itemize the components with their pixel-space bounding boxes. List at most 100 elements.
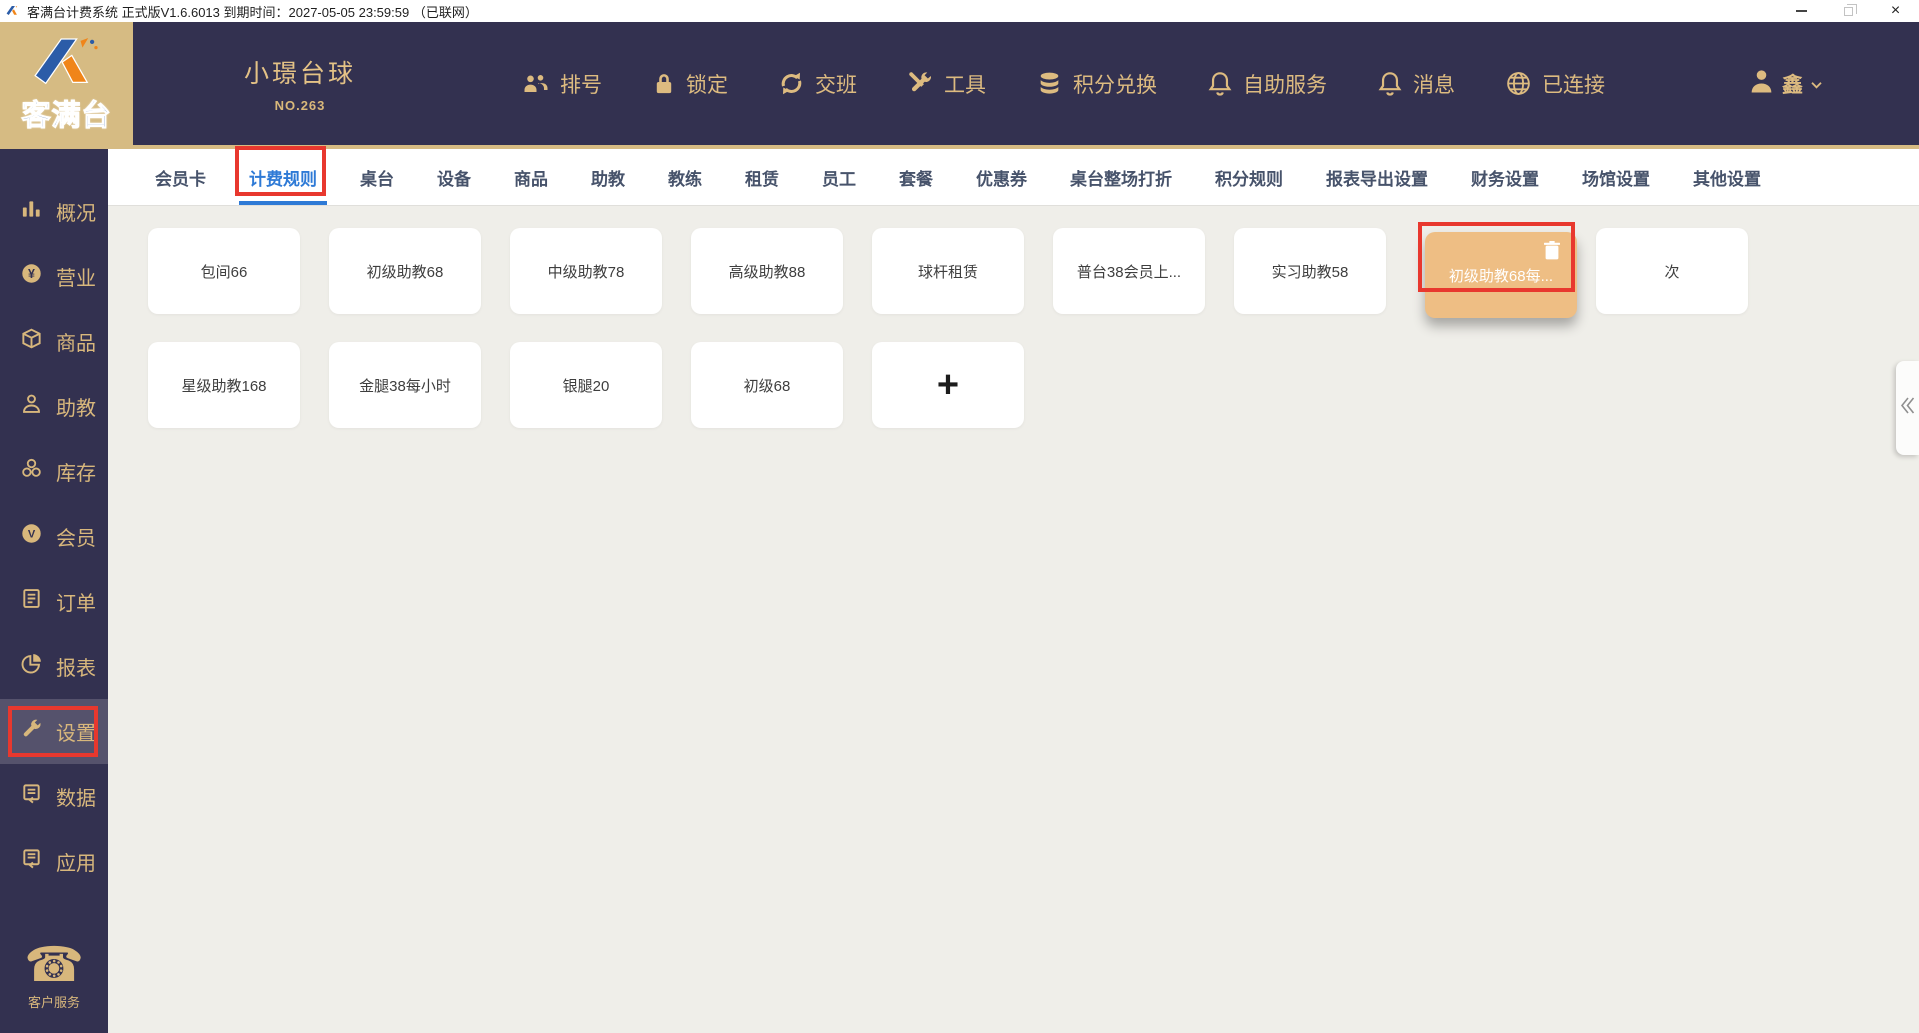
tab-member-card[interactable]: 会员卡 (155, 149, 206, 205)
shift-change-icon (778, 70, 805, 97)
phone-icon: ☎ (24, 937, 84, 993)
header-nav: 排号 锁定 交班 工具 积分兑换 自助服务 消息 已连接 (522, 22, 1605, 145)
double-chevron-left-icon (1900, 396, 1916, 420)
billing-rule-card[interactable]: 银腿20 (510, 342, 662, 428)
lock-button[interactable]: 锁定 (652, 69, 728, 99)
tab-billing-rules[interactable]: 计费规则 (235, 146, 327, 205)
billing-rule-card-highlighted[interactable]: 初级助教68每... (1418, 222, 1577, 318)
billing-rule-card[interactable]: 实习助教58 (1234, 228, 1386, 314)
billing-rule-card[interactable]: 初级助教68 (329, 228, 481, 314)
v-badge-icon: V (20, 522, 43, 551)
billing-rules-panel: 包间66 初级助教68 中级助教78 高级助教88 球杆租赁 普台38会员上..… (108, 206, 1919, 1033)
tab-table-session-discount[interactable]: 桌台整场打折 (1070, 149, 1172, 205)
card-row-1: 包间66 初级助教68 中级助教78 高级助教88 球杆租赁 普台38会员上..… (148, 222, 1919, 318)
settings-tab-bar: 会员卡 计费规则 桌台 设备 商品 助教 教练 租赁 员工 套餐 优惠券 桌台整… (108, 146, 1919, 206)
sidebar-item-members[interactable]: V 会员 (0, 504, 108, 569)
tab-report-export-settings[interactable]: 报表导出设置 (1326, 149, 1428, 205)
bell-icon (1377, 70, 1403, 97)
brand-k-icon (33, 37, 98, 84)
restore-button[interactable] (1825, 0, 1872, 22)
venue-number: NO.263 (274, 98, 326, 113)
messages-button[interactable]: 消息 (1377, 69, 1455, 99)
billing-rule-card[interactable]: 次 (1596, 228, 1748, 314)
window-title-bar: 客满台计费系统 正式版V1.6.6013 到期时间：2027-05-05 23:… (0, 0, 1919, 22)
venue-block: 小璟台球 NO.263 (140, 22, 460, 145)
sidebar-item-settings[interactable]: 设置 (0, 699, 108, 764)
tab-rental[interactable]: 租赁 (745, 149, 779, 205)
coins-icon (1036, 71, 1063, 96)
brand-logo: 客满台 (0, 22, 133, 149)
tab-other-settings[interactable]: 其他设置 (1693, 149, 1761, 205)
lock-icon (652, 71, 676, 96)
app-doc-icon (20, 847, 43, 876)
wrench-icon (20, 717, 43, 746)
billing-rule-card[interactable]: 球杆租赁 (872, 228, 1024, 314)
tools-button[interactable]: 工具 (907, 69, 986, 99)
tab-packages[interactable]: 套餐 (899, 149, 933, 205)
person-icon (20, 392, 43, 421)
app-logo-k-icon (6, 5, 20, 18)
chevron-down-icon (1810, 72, 1823, 96)
brand-name: 客满台 (21, 99, 112, 132)
tab-goods[interactable]: 商品 (514, 149, 548, 205)
tab-tables[interactable]: 桌台 (360, 149, 394, 205)
tab-coaches[interactable]: 教练 (668, 149, 702, 205)
sidebar-nav: 概况 ¥ 营业 商品 助教 库存 V 会员 订单 报表 设置 数据 应用 ☎ 客… (0, 149, 108, 1033)
queue-button[interactable]: 排号 (522, 69, 602, 99)
sidebar-item-overview[interactable]: 概况 (0, 179, 108, 244)
sidebar-item-data[interactable]: 数据 (0, 764, 108, 829)
close-button[interactable]: × (1872, 0, 1919, 22)
customer-service-label: 客户服务 (27, 995, 80, 1010)
sidebar-item-inventory[interactable]: 库存 (0, 439, 108, 504)
sidebar-item-orders[interactable]: 订单 (0, 569, 108, 634)
pie-chart-icon (20, 652, 43, 681)
billing-rule-card[interactable]: 普台38会员上... (1053, 228, 1205, 314)
billing-rule-card[interactable]: 中级助教78 (510, 228, 662, 314)
sidebar-item-reports[interactable]: 报表 (0, 634, 108, 699)
user-menu[interactable]: 鑫 (1748, 22, 1823, 145)
billing-rule-card[interactable]: 包间66 (148, 228, 300, 314)
tab-assistants[interactable]: 助教 (591, 149, 625, 205)
bell-icon (1207, 70, 1233, 97)
billing-rule-card[interactable]: 星级助教168 (148, 342, 300, 428)
billing-rule-card[interactable]: 高级助教88 (691, 228, 843, 314)
billing-rule-card[interactable]: 金腿38每小时 (329, 342, 481, 428)
box-icon (20, 327, 43, 356)
trash-icon[interactable] (1544, 241, 1560, 264)
bar-chart-icon (20, 197, 43, 226)
tab-staff[interactable]: 员工 (822, 149, 856, 205)
customer-service[interactable]: ☎ 客户服务 (0, 941, 108, 1011)
avatar-icon (1748, 67, 1775, 100)
sidebar-item-goods[interactable]: 商品 (0, 309, 108, 374)
tools-icon (907, 70, 934, 97)
tab-venue-settings[interactable]: 场馆设置 (1582, 149, 1650, 205)
restore-icon (1844, 3, 1857, 16)
shift-change-button[interactable]: 交班 (778, 69, 857, 99)
user-name: 鑫 (1782, 73, 1803, 97)
billing-rule-card[interactable]: 初级68 (691, 342, 843, 428)
window-title: 客满台计费系统 正式版V1.6.6013 到期时间：2027-05-05 23:… (27, 4, 478, 20)
yen-coin-icon: ¥ (20, 262, 43, 291)
tab-points-rules[interactable]: 积分规则 (1215, 149, 1283, 205)
add-billing-rule-button[interactable]: + (872, 342, 1024, 428)
sidebar-item-assistants[interactable]: 助教 (0, 374, 108, 439)
close-icon: × (1890, 2, 1901, 19)
tab-devices[interactable]: 设备 (437, 149, 471, 205)
connected-status-button[interactable]: 已连接 (1505, 69, 1605, 99)
minimize-button[interactable] (1778, 0, 1825, 22)
tab-finance-settings[interactable]: 财务设置 (1471, 149, 1539, 205)
card-row-2: 星级助教168 金腿38每小时 银腿20 初级68 + (148, 342, 1919, 428)
collapse-panel-handle[interactable] (1896, 361, 1919, 455)
points-exchange-button[interactable]: 积分兑换 (1036, 69, 1157, 99)
order-list-icon (20, 587, 43, 616)
sidebar-item-business[interactable]: ¥ 营业 (0, 244, 108, 309)
data-doc-icon (20, 782, 43, 811)
sidebar-item-apps[interactable]: 应用 (0, 829, 108, 894)
svg-text:V: V (28, 529, 36, 541)
minimize-icon (1796, 10, 1807, 12)
people-icon (522, 72, 550, 96)
tab-coupons[interactable]: 优惠券 (976, 149, 1027, 205)
stock-icon (20, 457, 43, 486)
self-service-button[interactable]: 自助服务 (1207, 69, 1327, 99)
svg-text:¥: ¥ (28, 267, 35, 281)
